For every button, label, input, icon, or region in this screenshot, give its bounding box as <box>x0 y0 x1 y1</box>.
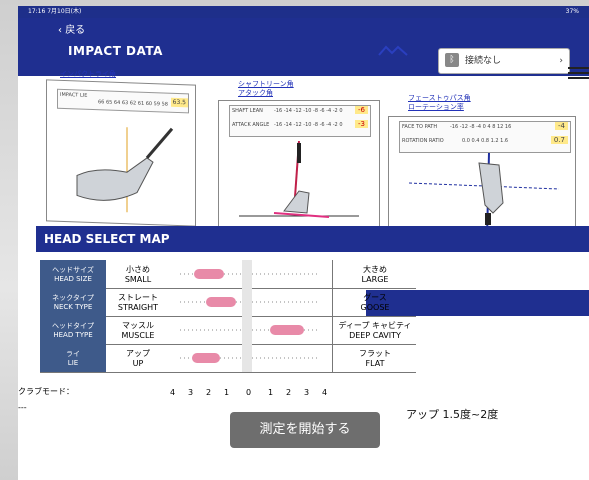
status-bar: 17:16 7月10日(木) 37% <box>18 6 589 18</box>
head-select-map-title: HEAD SELECT MAP <box>36 226 589 252</box>
screen: 17:16 7月10日(木) 37% ‹ 戻る IMPACT DATA ᛒ 接続… <box>18 6 589 480</box>
impact-lie-scale: 66 65 64 63 62 61 60 59 58 <box>98 99 168 108</box>
impact-lie-gauge: IMPACT LIE 66 65 64 63 62 61 60 59 58 63… <box>57 88 189 114</box>
shaft-lean-caption: シャフトリーン角 <box>238 80 294 88</box>
brand-logo <box>378 42 408 61</box>
row-left-label: ストレート STRAIGHT <box>117 293 159 312</box>
value-marker <box>194 269 224 279</box>
back-label: 戻る <box>65 25 86 36</box>
rotation-value: 0.7 <box>550 136 568 144</box>
rotation-label: ROTATION RATIO <box>402 138 444 144</box>
row-track <box>170 288 330 316</box>
iron-club-illustration <box>76 127 174 213</box>
row-track <box>170 316 330 344</box>
shaft-panel: SHAFT LEAN -16 -14 -12 -10 -8 -6 -4 -2 0… <box>218 100 380 230</box>
head-size-row: ヘッドサイズ HEAD SIZE 小さめ SMALL 大きめ LARGE <box>40 260 416 289</box>
face-to-path-scale: -16 -12 -8 -4 0 4 8 12 16 <box>450 124 512 130</box>
head-type-row: ヘッドタイプ HEAD TYPE マッスル MUSCLE ディープ キャビティ DEE… <box>40 316 416 345</box>
rotation-caption: ローテーション率 <box>408 103 464 111</box>
club-mode-value: --- <box>18 403 27 412</box>
row-right-label: グース GOOSE <box>332 288 417 316</box>
row-right-label: 大きめ LARGE <box>332 260 417 288</box>
value-marker <box>192 353 220 363</box>
value-marker <box>206 297 236 307</box>
neck-type-row: ネックタイプ NECK TYPE ストレート STRAIGHT グース GOOSE <box>40 288 416 317</box>
lie-recommendation: アップ 1.5度~2度 <box>406 408 499 421</box>
start-measurement-button[interactable]: 測定を開始する <box>230 412 380 448</box>
device-frame: 17:16 7月10日(木) 37% ‹ 戻る IMPACT DATA ᛒ 接続… <box>0 0 589 480</box>
row-left-label: 小さめ SMALL <box>124 265 152 284</box>
back-button[interactable]: ‹ 戻る <box>58 21 85 36</box>
face-gauges: FACE TO PATH -16 -12 -8 -4 0 4 8 12 16 -… <box>399 121 571 153</box>
face-to-path-caption: フェーストゥパス角 <box>408 94 471 102</box>
bluetooth-icon: ᛒ <box>445 53 459 67</box>
impact-lie-caption: インパクトライ角 <box>60 70 116 78</box>
club-mode: クラブモード： --- <box>18 386 74 412</box>
page-title: IMPACT DATA <box>68 44 163 58</box>
impact-lie-panel: IMPACT LIE 66 65 64 63 62 61 60 59 58 63… <box>46 79 196 227</box>
shaft-gauges: SHAFT LEAN -16 -14 -12 -10 -8 -6 -4 -2 0… <box>229 105 371 137</box>
attack-angle-scale: -16 -14 -12 -10 -8 -6 -4 -2 0 <box>274 122 343 128</box>
shaft-lean-value: -6 <box>355 106 368 114</box>
attack-angle-value: -3 <box>355 120 368 128</box>
face-to-path-value: -4 <box>555 122 568 130</box>
row-header: ヘッドタイプ HEAD TYPE <box>40 316 106 344</box>
row-right-label: ディープ キャビティ DEEP CAVITY <box>332 316 417 344</box>
row-left-label: アップ UP <box>126 349 150 368</box>
shaft-illustration <box>239 141 359 218</box>
row-header: ヘッドサイズ HEAD SIZE <box>40 260 106 288</box>
row-header: ネックタイプ NECK TYPE <box>40 288 106 316</box>
row-right-label: フラット FLAT <box>332 344 417 372</box>
attack-angle-caption: アタック角 <box>238 89 273 97</box>
status-time: 17:16 7月10日(木) <box>28 8 82 15</box>
lie-scale: 4 3 2 1 0 1 2 3 4 <box>170 388 328 397</box>
impact-lie-label: IMPACT LIE <box>60 91 88 99</box>
row-track <box>170 260 330 288</box>
row-track <box>170 344 330 372</box>
club-mode-label: クラブモード： <box>18 387 74 396</box>
impact-lie-value: 63.5 <box>170 97 188 108</box>
shaft-lean-label: SHAFT LEAN <box>232 108 263 114</box>
shaft-lean-scale: -16 -14 -12 -10 -8 -6 -4 -2 0 <box>274 108 343 114</box>
battery-indicator: 37% <box>565 8 579 15</box>
rotation-scale: 0.0 0.4 0.8 1.2 1.6 <box>462 138 509 144</box>
face-to-path-label: FACE TO PATH <box>402 124 438 130</box>
value-marker <box>270 325 304 335</box>
attack-angle-label: ATTACK ANGLE <box>232 122 270 128</box>
lie-row: ライ LIE アップ UP フラット FLAT <box>40 344 416 373</box>
row-header: ライ LIE <box>40 344 106 372</box>
row-left-label: マッスル MUSCLE <box>121 321 155 340</box>
